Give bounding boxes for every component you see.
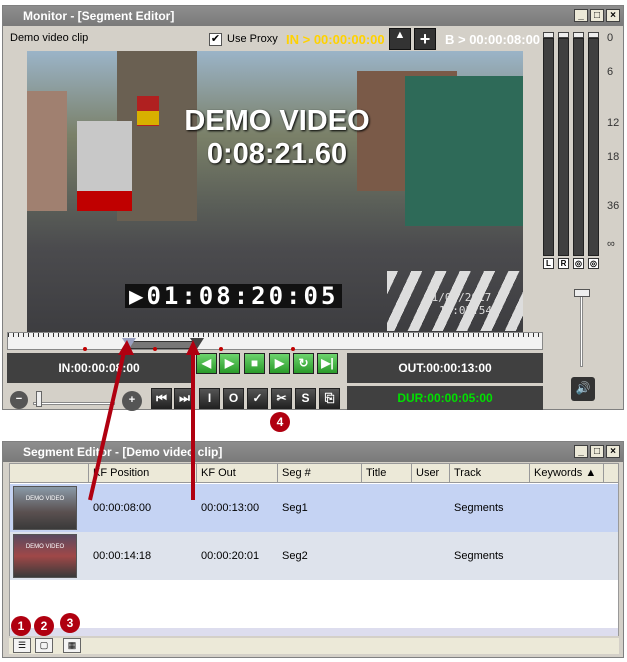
annotation-arrow-in: [88, 351, 126, 501]
badge-3: 3: [60, 613, 80, 633]
annotation-arrowhead-out: [186, 340, 200, 355]
badge-1: 1: [11, 616, 31, 636]
annotation-arrows: [88, 340, 200, 501]
badge-2: 2: [34, 616, 54, 636]
badge-4: 4: [270, 412, 290, 432]
annotation-arrowhead-in: [118, 340, 134, 355]
